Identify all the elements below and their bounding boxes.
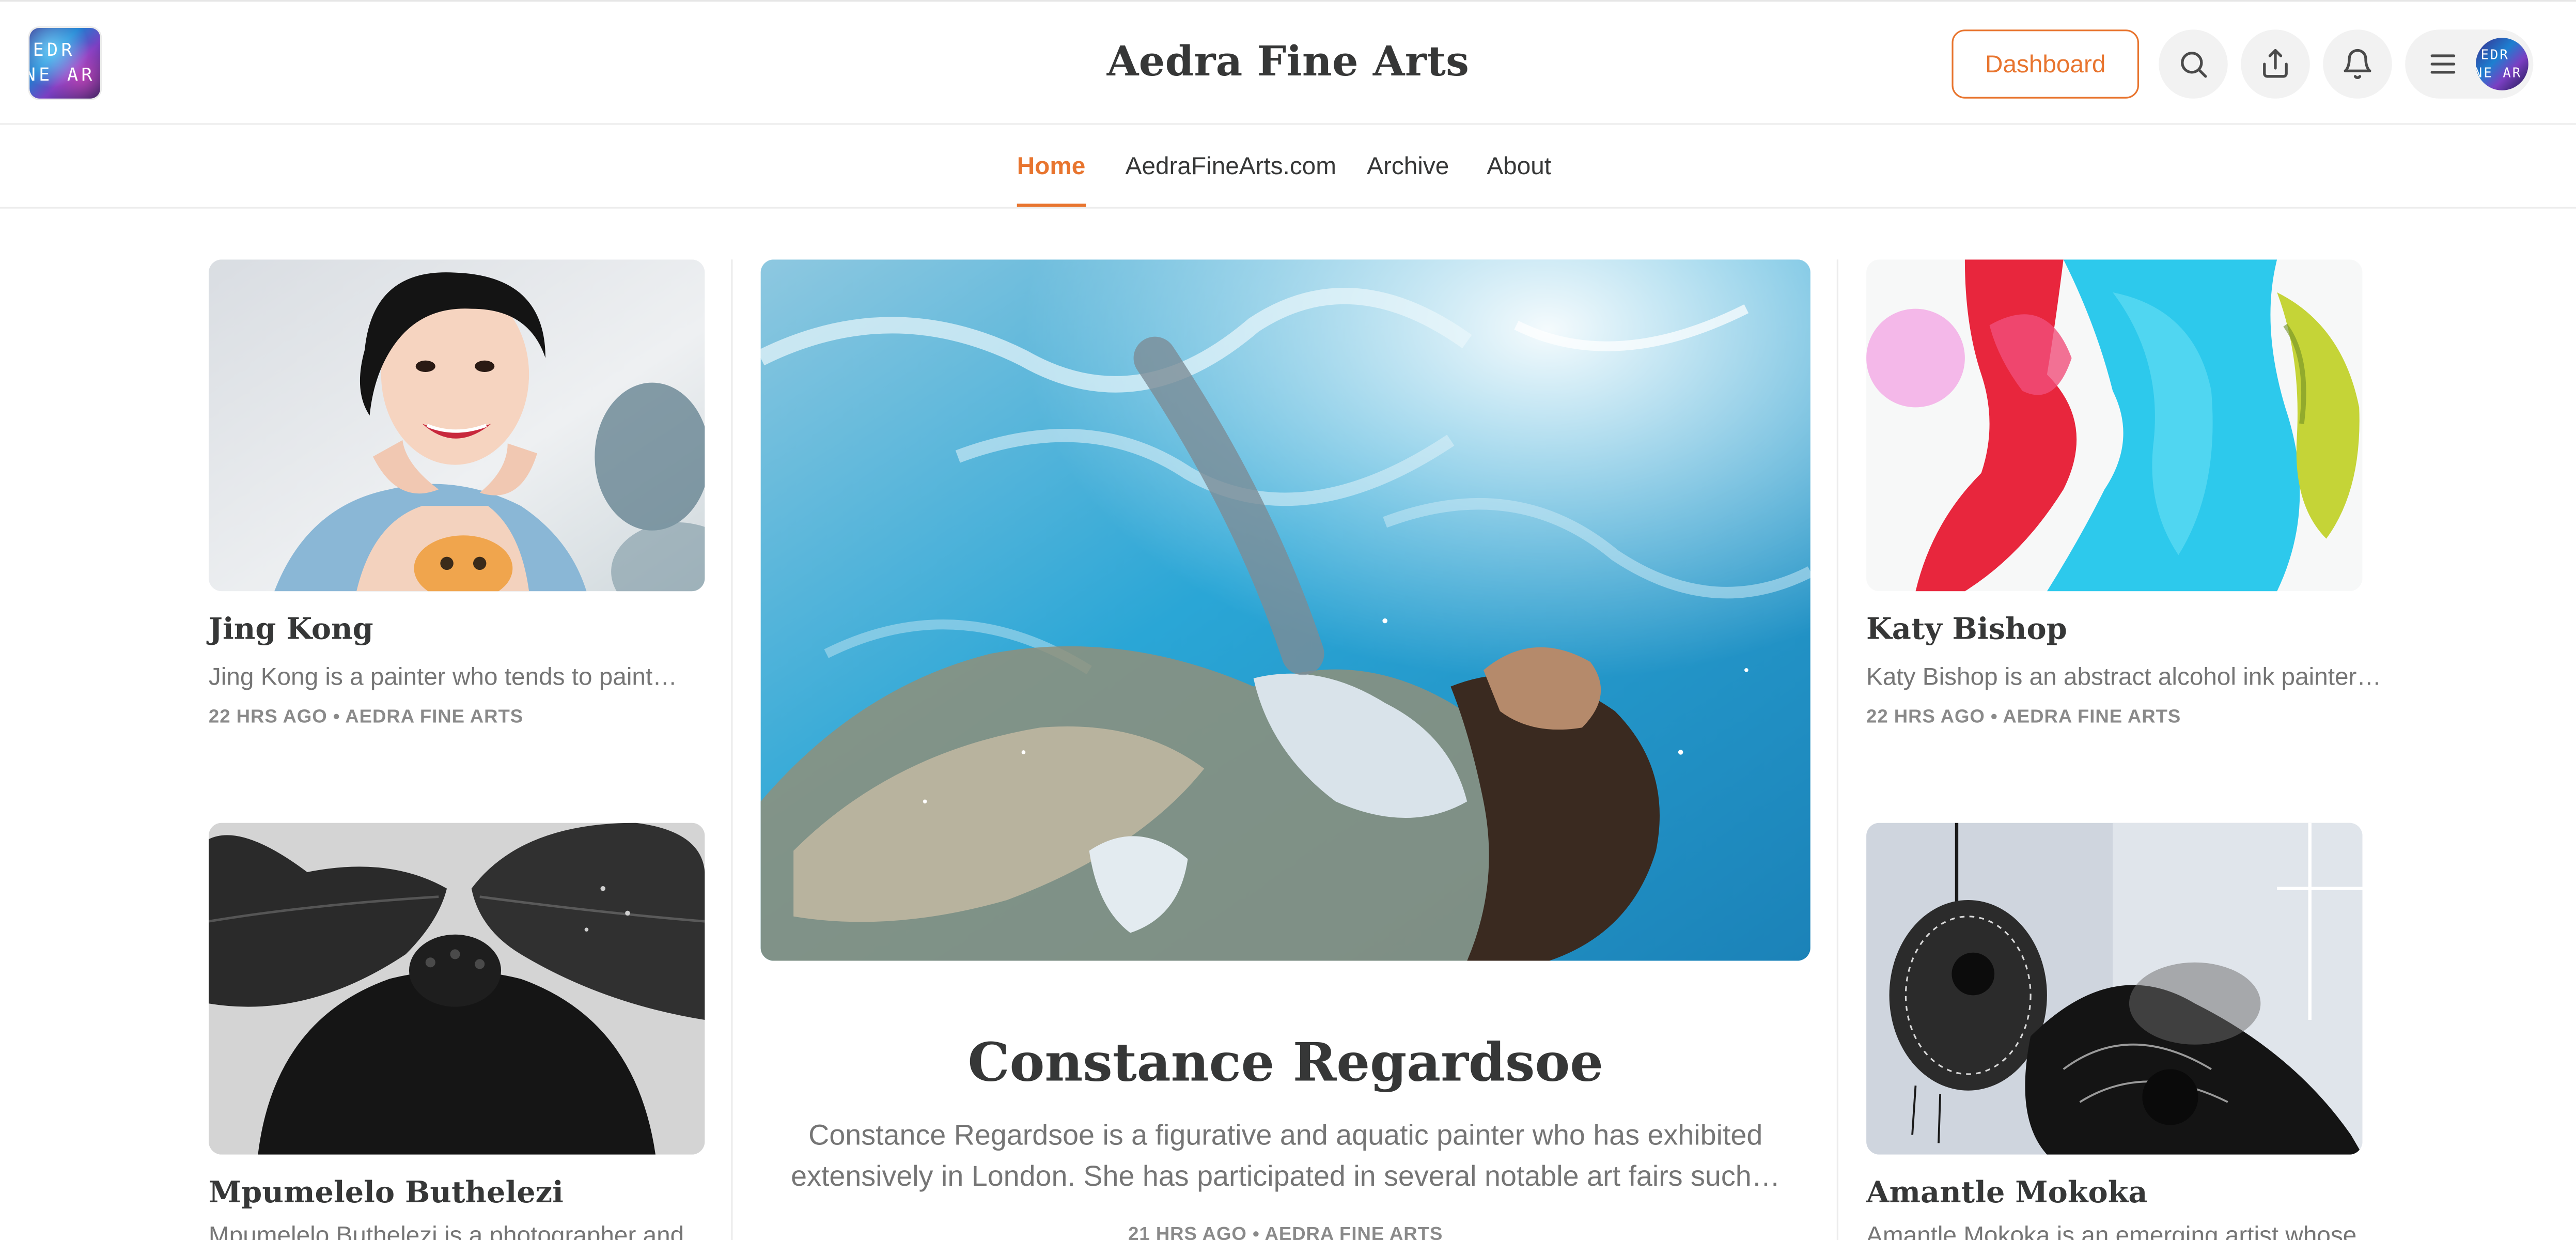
nav-item-about[interactable]: About — [1487, 125, 1551, 207]
ink-drawing-image — [1866, 823, 2363, 1155]
share-icon — [2263, 49, 2288, 78]
portrait-painting-image — [208, 259, 705, 592]
search-icon — [2181, 52, 2207, 78]
alcohol-ink-painting-image — [1866, 259, 2363, 592]
share-button[interactable] — [2241, 29, 2310, 99]
post-meta: 22 HRS AGO • AEDRA FINE ARTS — [208, 708, 524, 728]
avatar-text-line2: NE AR — [2476, 66, 2522, 81]
avatar-text-line1: EDR — [2480, 48, 2510, 63]
post-title[interactable]: Amantle Mokoka — [1866, 1176, 2147, 1211]
bw-photograph-image — [208, 823, 705, 1155]
post-image-amantle-mokoka[interactable] — [1866, 823, 2363, 1155]
top-header: EDR NE AR Aedra Fine Arts Dashboard EDR … — [0, 0, 2576, 125]
nav-item-archive[interactable]: Archive — [1367, 125, 1449, 207]
underwater-swimmer-painting-image — [760, 259, 1810, 961]
featured-post-title[interactable]: Constance Regardsoe — [761, 1031, 1810, 1094]
notifications-button[interactable] — [2323, 29, 2392, 99]
post-title[interactable]: Jing Kong — [209, 613, 373, 647]
post-image-mpumelelo-buthelezi[interactable] — [208, 823, 705, 1155]
main-nav: Home AedraFineArts.com Archive About — [0, 125, 2576, 209]
post-image-katy-bishop[interactable] — [1866, 259, 2363, 592]
column-divider-right — [1836, 259, 1838, 1240]
menu-icon — [2430, 54, 2456, 74]
post-subtitle: Jing Kong is a painter who tends to pain… — [208, 663, 677, 692]
avatar[interactable]: EDR NE AR — [2476, 38, 2528, 90]
post-image-jing-kong[interactable] — [208, 259, 705, 592]
featured-post-meta: 21 HRS AGO • AEDRA FINE ARTS — [1128, 1225, 1443, 1240]
post-subtitle: Katy Bishop is an abstract alcohol ink p… — [1866, 663, 2382, 692]
featured-post-subtitle: Constance Regardsoe is a figurative and … — [791, 1118, 1781, 1192]
post-meta: 22 HRS AGO • AEDRA FINE ARTS — [1866, 708, 2181, 728]
post-subtitle: Mpumelelo Buthelezi is a photographer an… — [208, 1222, 709, 1240]
featured-post-image[interactable] — [760, 259, 1810, 961]
dashboard-button[interactable]: Dashboard — [1951, 29, 2140, 99]
nav-item-home[interactable]: Home — [1017, 125, 1085, 207]
nav-item-aedrafinearts[interactable]: AedraFineArts.com — [1126, 125, 1336, 207]
page-canvas: EDR NE AR Aedra Fine Arts Dashboard EDR … — [0, 0, 2576, 1240]
post-title[interactable]: Mpumelelo Buthelezi — [209, 1176, 564, 1211]
bell-icon — [2344, 49, 2371, 79]
post-title[interactable]: Katy Bishop — [1866, 613, 2067, 647]
column-divider-left — [731, 259, 733, 1240]
post-subtitle: Amantle Mokoka is an emerging artist who… — [1866, 1222, 2382, 1240]
search-button[interactable] — [2159, 29, 2228, 99]
user-menu-button[interactable]: EDR NE AR — [2405, 29, 2534, 99]
